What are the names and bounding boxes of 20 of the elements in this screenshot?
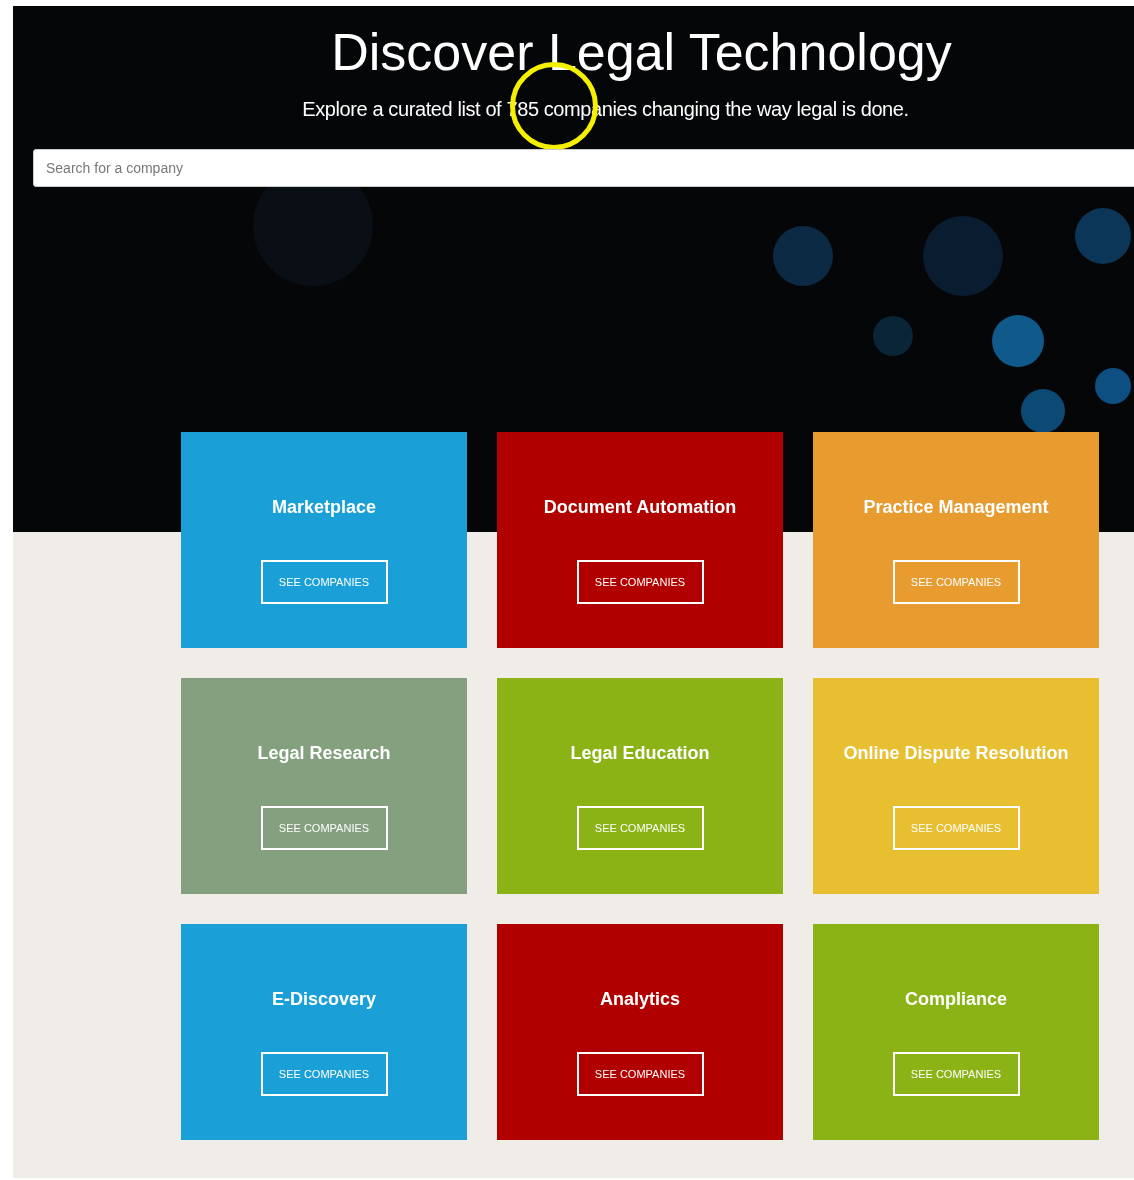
see-companies-button[interactable]: SEE COMPANIES — [576, 1052, 704, 1096]
see-companies-button[interactable]: SEE COMPANIES — [892, 560, 1020, 604]
page-title: Discover Legal Technology — [330, 24, 953, 80]
see-companies-button[interactable]: SEE COMPANIES — [260, 806, 388, 850]
category-title: Marketplace — [271, 497, 377, 518]
category-title: Practice Management — [863, 497, 1049, 518]
see-companies-button[interactable]: SEE COMPANIES — [260, 560, 388, 604]
see-companies-button[interactable]: SEE COMPANIES — [260, 1052, 388, 1096]
category-title: E-Discovery — [271, 989, 377, 1010]
category-title: Legal Education — [570, 743, 710, 764]
category-title: Analytics — [599, 989, 680, 1010]
category-title: Document Automation — [543, 497, 737, 518]
search-field[interactable]: Search for a company — [33, 149, 1134, 187]
category-title: Online Dispute Resolution — [843, 743, 1069, 764]
see-companies-button[interactable]: SEE COMPANIES — [576, 560, 704, 604]
see-companies-button[interactable]: SEE COMPANIES — [576, 806, 704, 850]
see-companies-button[interactable]: SEE COMPANIES — [892, 806, 1020, 850]
category-title: Legal Research — [257, 743, 391, 764]
see-companies-button[interactable]: SEE COMPANIES — [892, 1052, 1020, 1096]
category-title: Compliance — [905, 989, 1007, 1010]
